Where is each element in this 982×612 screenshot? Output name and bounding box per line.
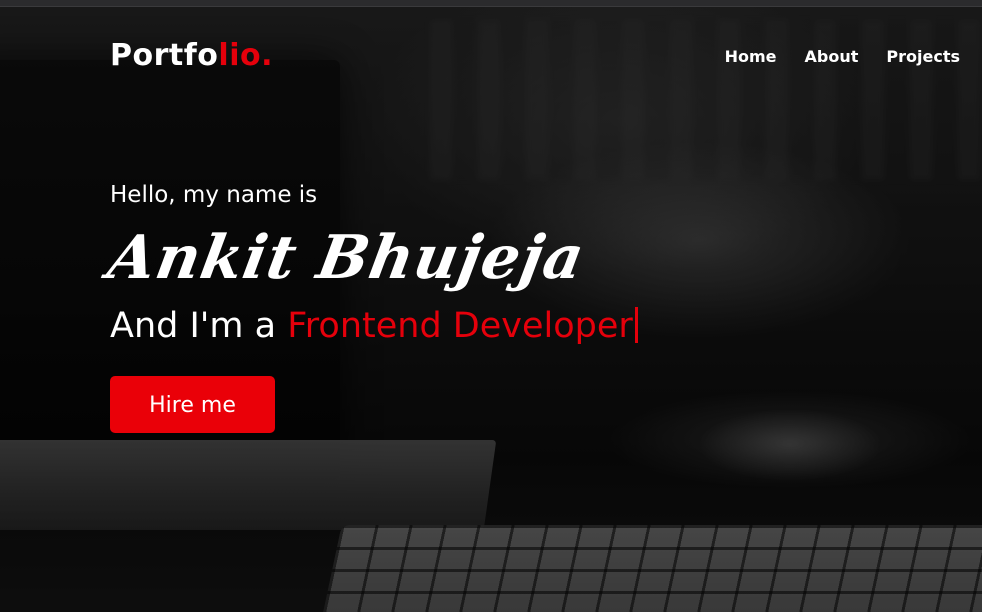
hero-greeting: Hello, my name is	[110, 182, 318, 208]
nav-link-home[interactable]: Home	[725, 46, 777, 68]
portfolio-page: Portfolio. Home About Projects Hello, my…	[0, 0, 982, 612]
role-prefix: And I'm a	[110, 306, 288, 346]
logo-accent-text: lio.	[218, 38, 273, 73]
logo-main-text: Portfo	[110, 38, 219, 73]
hero-role: And I'm a Frontend Developer	[110, 304, 638, 348]
hire-me-button[interactable]: Hire me	[110, 376, 275, 433]
navbar: Portfolio. Home About Projects	[0, 6, 982, 106]
nav-link-projects[interactable]: Projects	[886, 46, 960, 68]
typing-caret	[634, 307, 638, 343]
nav-menu: Home About Projects	[725, 46, 960, 68]
hero-section: Hello, my name is Ankit Bhujeja And I'm …	[103, 180, 638, 433]
role-highlight: Frontend Developer	[287, 306, 633, 346]
browser-top-edge	[0, 0, 982, 7]
hero-name: Ankit Bhujeja	[102, 223, 590, 293]
site-logo[interactable]: Portfolio.	[110, 38, 273, 74]
nav-link-about[interactable]: About	[805, 46, 859, 68]
